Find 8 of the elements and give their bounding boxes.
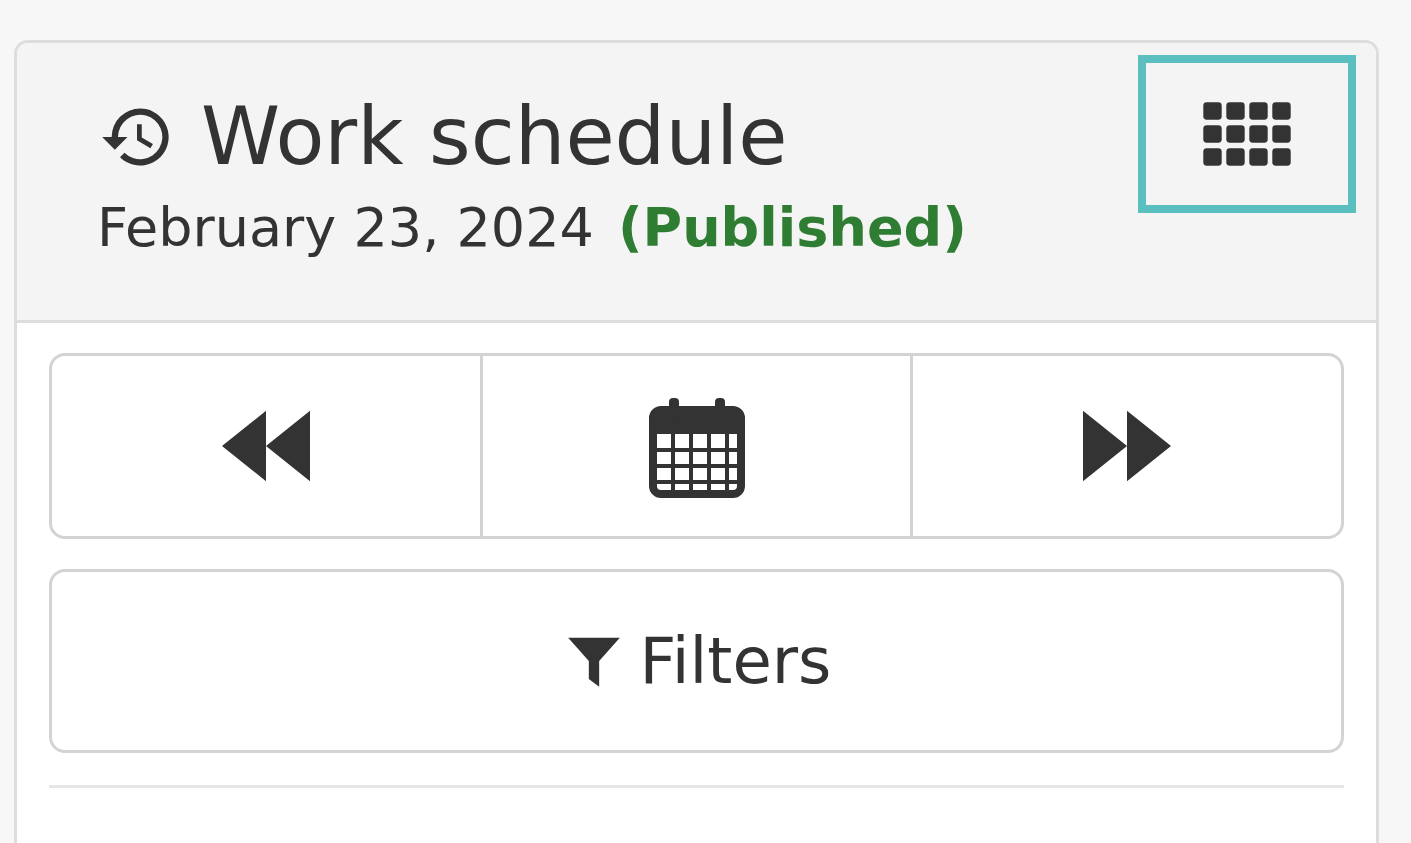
filters-button[interactable]: Filters (49, 569, 1344, 753)
page-title: Work schedule (201, 95, 788, 179)
published-status: (Published) (617, 196, 967, 259)
schedule-date: February 23, 2024 (97, 196, 594, 259)
calendar-button[interactable] (482, 353, 914, 539)
next-button[interactable] (913, 353, 1344, 539)
apps-button[interactable] (1138, 55, 1356, 213)
previous-button[interactable] (49, 353, 483, 539)
